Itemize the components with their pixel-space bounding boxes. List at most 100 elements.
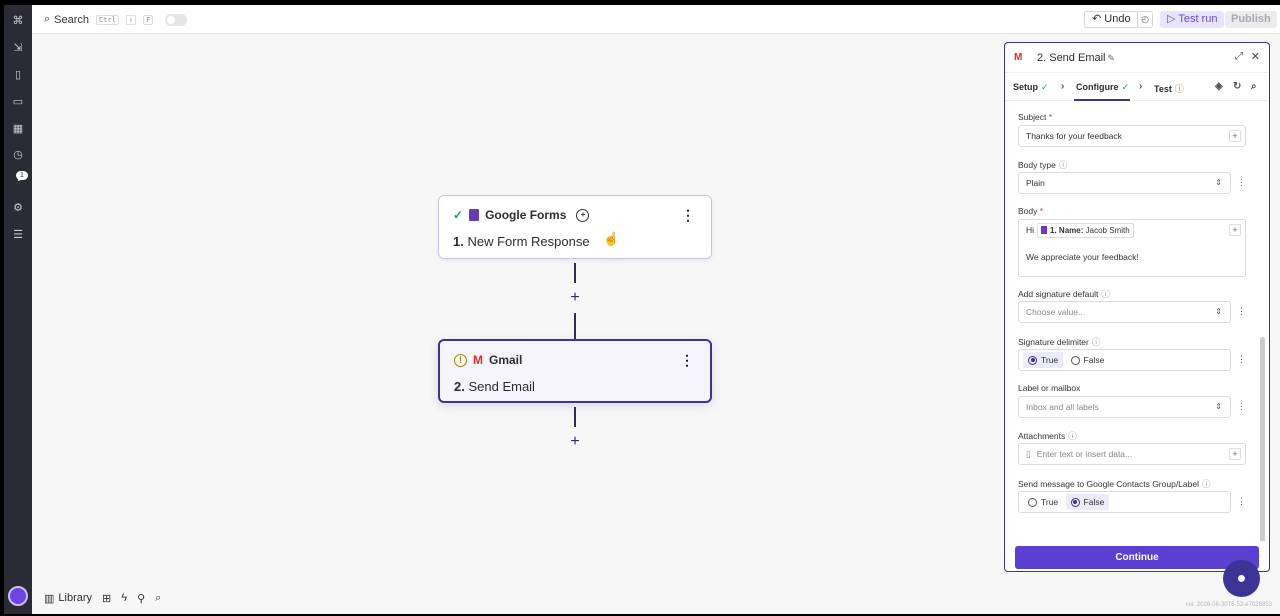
document-icon[interactable]: ▯	[11, 68, 25, 82]
field-label: Body *	[1018, 206, 1044, 216]
undo-icon: ↶	[1092, 13, 1102, 25]
zap-import-icon[interactable]: ⇲	[11, 41, 25, 55]
info-icon: ⓘ	[1201, 479, 1211, 489]
left-rail: ⌘ ⇲ ▯ ▭ ▦ ◷ ◔ 1 ⚙ ☰	[4, 5, 32, 614]
field-options-icon[interactable]: ⋮	[1237, 354, 1246, 365]
calendar-icon[interactable]: ▦	[11, 122, 25, 136]
select-arrows-icon: ⇕	[1215, 307, 1222, 316]
version-history-icon[interactable]: ◴	[1137, 11, 1153, 28]
app-frame: ⌘ ⇲ ▯ ▭ ▦ ◷ ◔ 1 ⚙ ☰ ⌕ Search Ctrl ⇧ F ↶ …	[4, 5, 1280, 614]
test-run-button[interactable]: ▷ Test run	[1160, 11, 1225, 28]
field-options-icon[interactable]: ⋮	[1237, 496, 1246, 507]
field-label: Send message to Google Contacts Group/La…	[1018, 479, 1211, 489]
search-label: Search	[54, 13, 90, 26]
publish-button[interactable]: Publish	[1225, 11, 1277, 28]
step-title: 1. New Form Response	[453, 234, 590, 249]
account-avatar[interactable]	[8, 586, 28, 606]
lightning-icon[interactable]: ϟ	[121, 592, 127, 604]
radio-true[interactable]: True	[1023, 494, 1063, 510]
signature-delimiter-radio-group: True False	[1018, 349, 1231, 371]
expand-icon[interactable]: ⤢	[1235, 51, 1243, 62]
workflow-step-action[interactable]: ! M Gmail 2. Send Email ⋮	[438, 339, 712, 403]
field-options-icon[interactable]: ⋮	[1237, 177, 1246, 188]
tab-configure[interactable]: Configure ✓	[1076, 82, 1129, 93]
checkmark-icon: ✓	[1121, 82, 1130, 92]
step-config-panel: M 2. Send Email ✎ ⤢ ✕ Setup ✓ › Configure ✓…	[1004, 42, 1270, 572]
close-icon[interactable]: ✕	[1251, 50, 1260, 63]
zoom-search-icon[interactable]: ⌕	[155, 592, 161, 605]
warning-icon: ⓘ	[1174, 84, 1184, 94]
contacts-group-radio-group: True False	[1018, 491, 1231, 513]
radio-false[interactable]: False	[1065, 494, 1110, 510]
notification-badge: 1	[16, 171, 28, 180]
more-options-icon[interactable]: ⋮	[681, 208, 695, 222]
panel-tabs: Setup ✓ › Configure ✓ › Test ⓘ ◈ ↻ ⌕	[1005, 73, 1269, 101]
panel-scrollbar[interactable]	[1260, 337, 1265, 541]
info-icon: ⓘ	[1091, 337, 1101, 347]
undo-button[interactable]: ↶ Undo	[1084, 11, 1139, 28]
search-icon[interactable]: ⌕	[1251, 81, 1257, 92]
connector-line	[574, 313, 576, 339]
chevron-right-icon: ›	[1139, 81, 1143, 92]
search-icon: ⌕	[44, 13, 51, 25]
tab-setup[interactable]: Setup ✓	[1013, 82, 1049, 93]
radio-true[interactable]: True	[1023, 352, 1064, 368]
wrench-icon[interactable]: ⚲	[137, 592, 145, 605]
field-label: Signature delimiter ⓘ	[1018, 337, 1101, 347]
refresh-icon[interactable]: ↻	[1233, 81, 1241, 92]
body-field[interactable]: Hi 1. Name: Jacob Smith We appreciate you…	[1018, 219, 1246, 277]
body-type-select[interactable]: Plain ⇕	[1018, 172, 1231, 194]
mouse-cursor-icon: ☝	[603, 231, 620, 246]
info-icon: ⓘ	[1101, 289, 1110, 299]
shortcut-key: F	[143, 14, 154, 25]
insert-data-icon[interactable]: +	[1229, 224, 1241, 236]
library-button[interactable]: ▥ Library	[44, 592, 92, 605]
step-title: 2. Send Email	[454, 379, 535, 394]
chat-support-icon[interactable]: ●	[1223, 560, 1260, 597]
more-options-icon[interactable]: ⋮	[680, 353, 694, 367]
info-icon: ⓘ	[1068, 431, 1077, 441]
gmail-icon: M	[473, 353, 483, 367]
label-mailbox-select[interactable]: Inbox and all labels ⇕	[1018, 396, 1231, 418]
ai-sparkle-icon[interactable]: +	[576, 208, 590, 222]
signature-default-select[interactable]: Choose value... ⇕	[1018, 301, 1231, 323]
edit-pencil-icon[interactable]: ✎	[1107, 53, 1115, 63]
shortcut-key: ⇧	[125, 14, 137, 25]
insert-data-icon[interactable]: +	[1229, 130, 1241, 142]
attachments-field[interactable]: ▯ Enter text or insert data... +	[1018, 443, 1246, 465]
select-arrows-icon: ⇕	[1215, 402, 1222, 411]
checkmark-icon: ✓	[453, 208, 464, 222]
play-icon: ▷	[1167, 13, 1176, 25]
panel-title: 2. Send Email ✎	[1037, 52, 1116, 64]
editor-toggle[interactable]	[165, 13, 188, 26]
tab-test[interactable]: Test ⓘ	[1154, 82, 1184, 95]
add-step-button[interactable]: +	[568, 290, 582, 306]
field-label: Label or mailbox	[1018, 383, 1081, 393]
book-icon: ▥	[44, 592, 55, 605]
version-label: ver. 2026-06-30T6-52-e7026853	[1185, 602, 1272, 608]
grid-add-icon[interactable]: ⊞	[102, 592, 111, 605]
bottom-toolbar: ▥ Library ⊞ ϟ ⚲ ⌕	[44, 587, 161, 609]
chevron-right-icon: ›	[1061, 81, 1065, 92]
continue-button[interactable]: Continue	[1015, 546, 1259, 569]
shortcut-key: Ctrl	[96, 14, 119, 25]
insert-data-icon[interactable]: +	[1229, 448, 1241, 460]
settings-gear-icon[interactable]: ⚙	[11, 201, 25, 215]
layers-icon[interactable]: ☰	[11, 228, 25, 242]
info-icon: ⓘ	[1058, 160, 1068, 170]
field-options-icon[interactable]: ⋮	[1237, 306, 1246, 317]
magic-wand-icon[interactable]: ◈	[1215, 81, 1223, 92]
chat-icon[interactable]: ▭	[11, 95, 25, 109]
history-icon[interactable]: ◷	[11, 148, 25, 162]
connector-line	[574, 407, 576, 427]
top-bar: ⌕ Search Ctrl ⇧ F ↶ Undo ◴ ▷ Test run Pu…	[32, 5, 1280, 34]
apps-grid-icon[interactable]: ⌘	[11, 14, 25, 28]
panel-fields: Subject * Thanks for your feedback + Body…	[1005, 101, 1269, 541]
field-options-icon[interactable]: ⋮	[1237, 401, 1246, 412]
subject-field[interactable]: Thanks for your feedback +	[1018, 125, 1246, 147]
workflow-step-trigger[interactable]: ✓ Google Forms + 1. New Form Response ⋮	[438, 195, 712, 259]
search-bar[interactable]: ⌕ Search Ctrl ⇧ F	[44, 13, 188, 26]
radio-false[interactable]: False	[1066, 352, 1110, 368]
add-step-button[interactable]: +	[568, 434, 582, 450]
connector-line	[574, 263, 576, 283]
